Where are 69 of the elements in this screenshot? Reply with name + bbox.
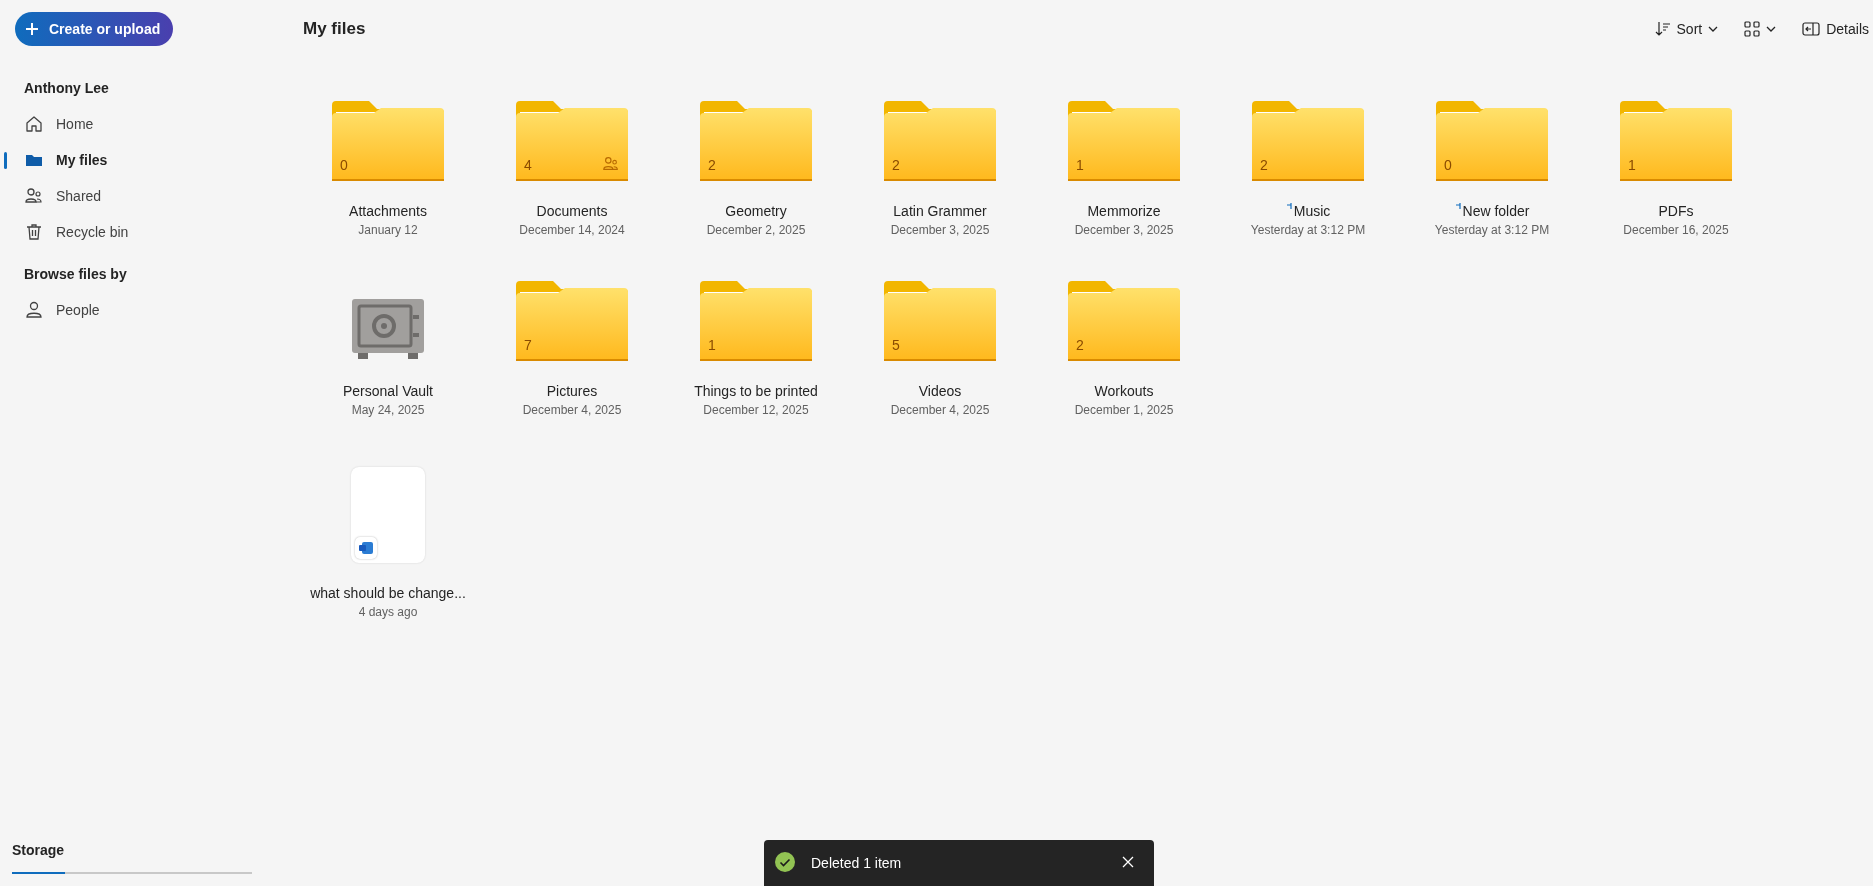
chevron-down-icon	[1766, 26, 1777, 32]
sort-button[interactable]: Sort	[1650, 17, 1723, 41]
item-count: 0	[340, 157, 348, 173]
item-count: 2	[708, 157, 716, 173]
modified-date: December 4, 2025	[890, 403, 990, 417]
item-count: 2	[1260, 157, 1268, 173]
nav-item[interactable]: Shared	[0, 178, 290, 214]
modified-date: December 16, 2025	[1623, 223, 1729, 237]
item-name[interactable]: Latin Grammer	[893, 203, 987, 219]
item-count: 2	[892, 157, 900, 173]
bin-icon	[24, 222, 44, 242]
item-count: 7	[524, 337, 532, 353]
item-name[interactable]: Geometry	[725, 203, 787, 219]
item-name[interactable]: Videos	[918, 383, 962, 399]
item-count: 4	[524, 157, 532, 173]
section-heading: Browse files by	[24, 266, 128, 282]
word-logo-icon	[359, 542, 373, 554]
item-name[interactable]: Documents	[536, 203, 608, 219]
nav-item[interactable]: Home	[0, 106, 290, 142]
modified-date: December 12, 2025	[703, 403, 809, 417]
item-name[interactable]: PDFs	[1658, 203, 1694, 219]
details-pane-icon	[1802, 21, 1821, 37]
modified-date: Yesterday at 3:12 PM	[1250, 223, 1366, 237]
item-name[interactable]: Memmorize	[1087, 203, 1161, 219]
item-name[interactable]: New folder	[1462, 203, 1530, 219]
grid-view-icon	[1744, 21, 1761, 37]
item-count: 2	[1076, 337, 1084, 353]
home-icon	[24, 114, 44, 134]
storage-heading: Storage	[12, 842, 66, 858]
nav-item[interactable]: My files	[0, 142, 290, 178]
modified-date: January 12	[358, 223, 418, 237]
item-count: 1	[708, 337, 716, 353]
modified-date: Yesterday at 3:12 PM	[1434, 223, 1550, 237]
item-name[interactable]: Attachments	[349, 203, 427, 219]
chevron-down-icon	[1708, 26, 1719, 32]
people-icon	[24, 186, 44, 206]
modified-date: December 4, 2025	[522, 403, 622, 417]
details-button[interactable]: Details	[1798, 17, 1873, 41]
plus-icon	[25, 22, 39, 36]
item-name[interactable]: Pictures	[546, 383, 598, 399]
create-upload-button[interactable]: Create or upload	[15, 12, 173, 46]
item-count: 1	[1628, 157, 1636, 173]
modified-date: December 3, 2025	[1074, 223, 1174, 237]
item-name[interactable]: Personal Vault	[343, 383, 433, 399]
account-name: Anthony Lee	[24, 80, 110, 96]
modified-date: December 14, 2024	[519, 223, 625, 237]
item-name[interactable]: what should be change...	[310, 585, 466, 601]
close-icon	[1122, 856, 1134, 868]
person-icon	[24, 300, 44, 320]
sort-icon	[1654, 21, 1671, 37]
item-count: 0	[1444, 157, 1452, 173]
selection-indicator	[4, 152, 7, 169]
modified-date: December 3, 2025	[890, 223, 990, 237]
success-check-icon	[775, 852, 795, 872]
toast-message: Deleted 1 item	[811, 855, 903, 871]
nav-item[interactable]: Recycle bin	[0, 214, 290, 250]
page-title: My files	[303, 19, 366, 39]
modified-date: December 1, 2025	[1074, 403, 1174, 417]
folder-icon	[516, 101, 628, 181]
modified-date: May 24, 2025	[351, 403, 425, 417]
item-name[interactable]: Things to be printed	[694, 383, 818, 399]
item-name[interactable]: Workouts	[1094, 383, 1154, 399]
modified-date: 4 days ago	[358, 605, 418, 619]
safe-icon	[350, 297, 426, 361]
modified-date: December 2, 2025	[706, 223, 806, 237]
item-name[interactable]: Music	[1293, 203, 1331, 219]
nav-item[interactable]: People	[0, 292, 290, 328]
item-count: 1	[1076, 157, 1084, 173]
item-count: 5	[892, 337, 900, 353]
